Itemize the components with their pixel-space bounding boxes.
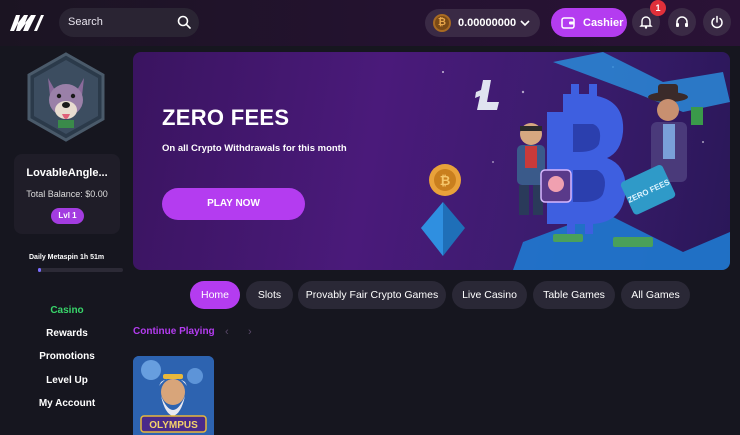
metaspin-progress-fill — [38, 268, 41, 272]
tab-table-games[interactable]: Table Games — [533, 281, 615, 309]
headset-icon — [676, 16, 688, 27]
carousel-next-arrow[interactable]: › — [248, 326, 252, 338]
tab-home[interactable]: Home — [190, 281, 240, 309]
wallet-icon — [561, 17, 575, 29]
game-thumbnail: OLYMPUS — [133, 356, 214, 435]
power-icon — [711, 15, 723, 29]
svg-text:₿: ₿ — [440, 173, 451, 188]
metaspin-label: Daily Metaspin 1h 51m — [29, 254, 105, 261]
username[interactable]: LovableAngle... — [14, 167, 120, 179]
daily-metaspin[interactable]: Daily Metaspin 1h 51m — [14, 248, 123, 280]
balance-dropdown[interactable]: ₿ 0.00000000 — [425, 9, 540, 37]
play-now-button[interactable]: PLAY NOW — [162, 188, 305, 220]
search-bar[interactable]: Search — [59, 8, 199, 37]
search-placeholder: Search — [68, 16, 103, 28]
banner-title: ZERO FEES — [162, 105, 290, 130]
metaspin-progress-bar — [38, 268, 123, 272]
top-bar: Search ₿ 0.00000000 Cashier 1 — [0, 0, 740, 46]
nav-item-my-account[interactable]: My Account — [14, 398, 120, 409]
tab-live-casino[interactable]: Live Casino — [452, 281, 527, 309]
chevron-down-icon — [520, 20, 530, 27]
bell-icon — [639, 16, 653, 29]
total-balance: Total Balance: $0.00 — [26, 189, 108, 199]
continue-playing-title: Continue Playing — [133, 326, 215, 337]
notification-badge: 1 — [650, 0, 666, 16]
logout-button[interactable] — [703, 8, 731, 36]
site-logo[interactable] — [8, 11, 44, 35]
promo-banner[interactable]: ZERO FEES On all Crypto Withdrawals for … — [133, 52, 730, 270]
nav-item-rewards[interactable]: Rewards — [14, 328, 120, 339]
carousel-prev-arrow[interactable]: ‹ — [225, 326, 229, 338]
tab-all-games[interactable]: All Games — [621, 281, 690, 309]
game-logo-text: OLYMPUS — [149, 420, 198, 431]
banner-subtitle: On all Crypto Withdrawals for this month — [162, 143, 347, 154]
nav-item-promotions[interactable]: Promotions — [14, 351, 120, 362]
search-icon[interactable] — [177, 15, 191, 29]
cashier-button[interactable]: Cashier — [551, 8, 627, 37]
nav-item-casino[interactable]: Casino — [14, 305, 120, 316]
cashier-label: Cashier — [583, 17, 624, 29]
tab-provably-fair[interactable]: Provably Fair Crypto Games — [298, 281, 446, 309]
bitcoin-icon: ₿ — [433, 14, 451, 32]
balance-amount: 0.00000000 — [458, 17, 517, 29]
game-tile-gates-of-olympus[interactable]: OLYMPUS — [133, 356, 214, 435]
level-badge[interactable]: Lvl 1 — [51, 208, 84, 224]
profile-card: LovableAngle... Total Balance: $0.00 Lvl… — [14, 154, 120, 234]
user-avatar[interactable] — [26, 52, 106, 142]
tab-slots[interactable]: Slots — [246, 281, 293, 309]
support-button[interactable] — [668, 8, 696, 36]
nav-item-level-up[interactable]: Level Up — [14, 375, 120, 386]
banner-artwork: ₿ ZERO FEES — [421, 52, 730, 270]
